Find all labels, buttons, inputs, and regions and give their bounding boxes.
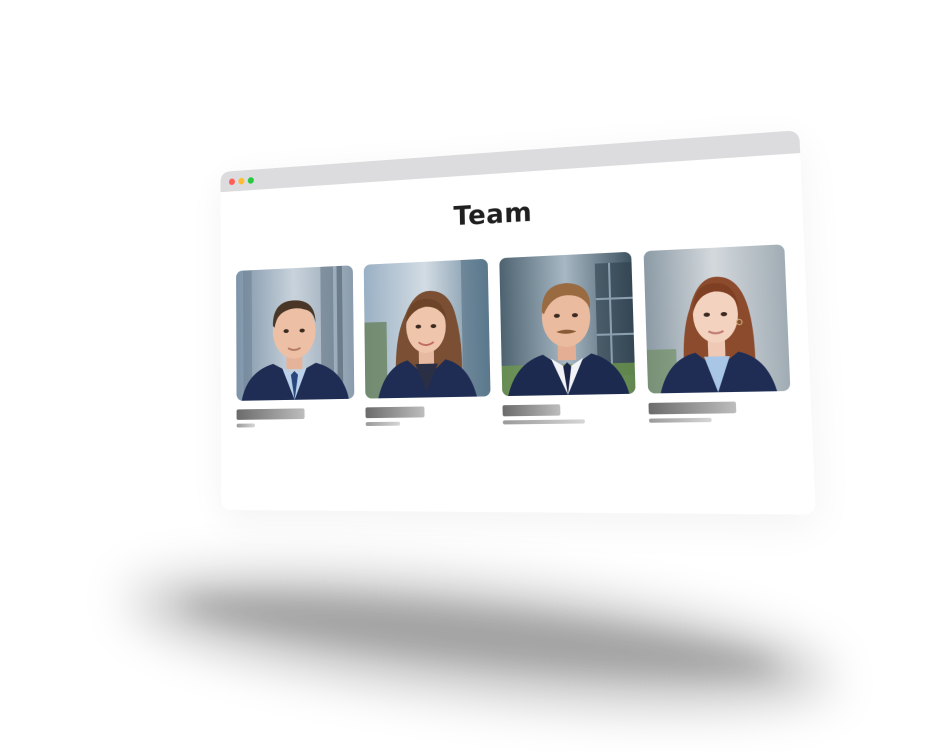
team-member-photo[interactable]	[236, 265, 355, 401]
member-name-placeholder	[648, 401, 737, 415]
stage: Team	[0, 0, 929, 753]
member-role-placeholder	[365, 421, 401, 427]
close-dot[interactable]	[228, 178, 235, 186]
member-role-placeholder	[502, 419, 585, 425]
member-name-placeholder	[365, 406, 425, 419]
minimize-dot[interactable]	[238, 177, 245, 185]
team-card[interactable]	[643, 244, 792, 423]
window-titlebar	[220, 130, 801, 193]
page-title: Team	[453, 196, 533, 232]
team-member-photo[interactable]	[363, 258, 491, 399]
team-card[interactable]	[499, 251, 636, 425]
team-grid	[236, 244, 793, 460]
team-card[interactable]	[363, 258, 491, 427]
scene: Team	[0, 0, 929, 753]
member-role-placeholder	[648, 417, 713, 423]
member-role-placeholder	[236, 423, 256, 428]
member-name-placeholder	[502, 404, 561, 417]
team-member-photo[interactable]	[499, 251, 636, 397]
member-name-placeholder	[236, 408, 305, 420]
team-member-photo[interactable]	[643, 244, 791, 394]
browser-window: Team	[220, 130, 816, 515]
team-card[interactable]	[236, 265, 355, 428]
maximize-dot[interactable]	[247, 176, 254, 184]
